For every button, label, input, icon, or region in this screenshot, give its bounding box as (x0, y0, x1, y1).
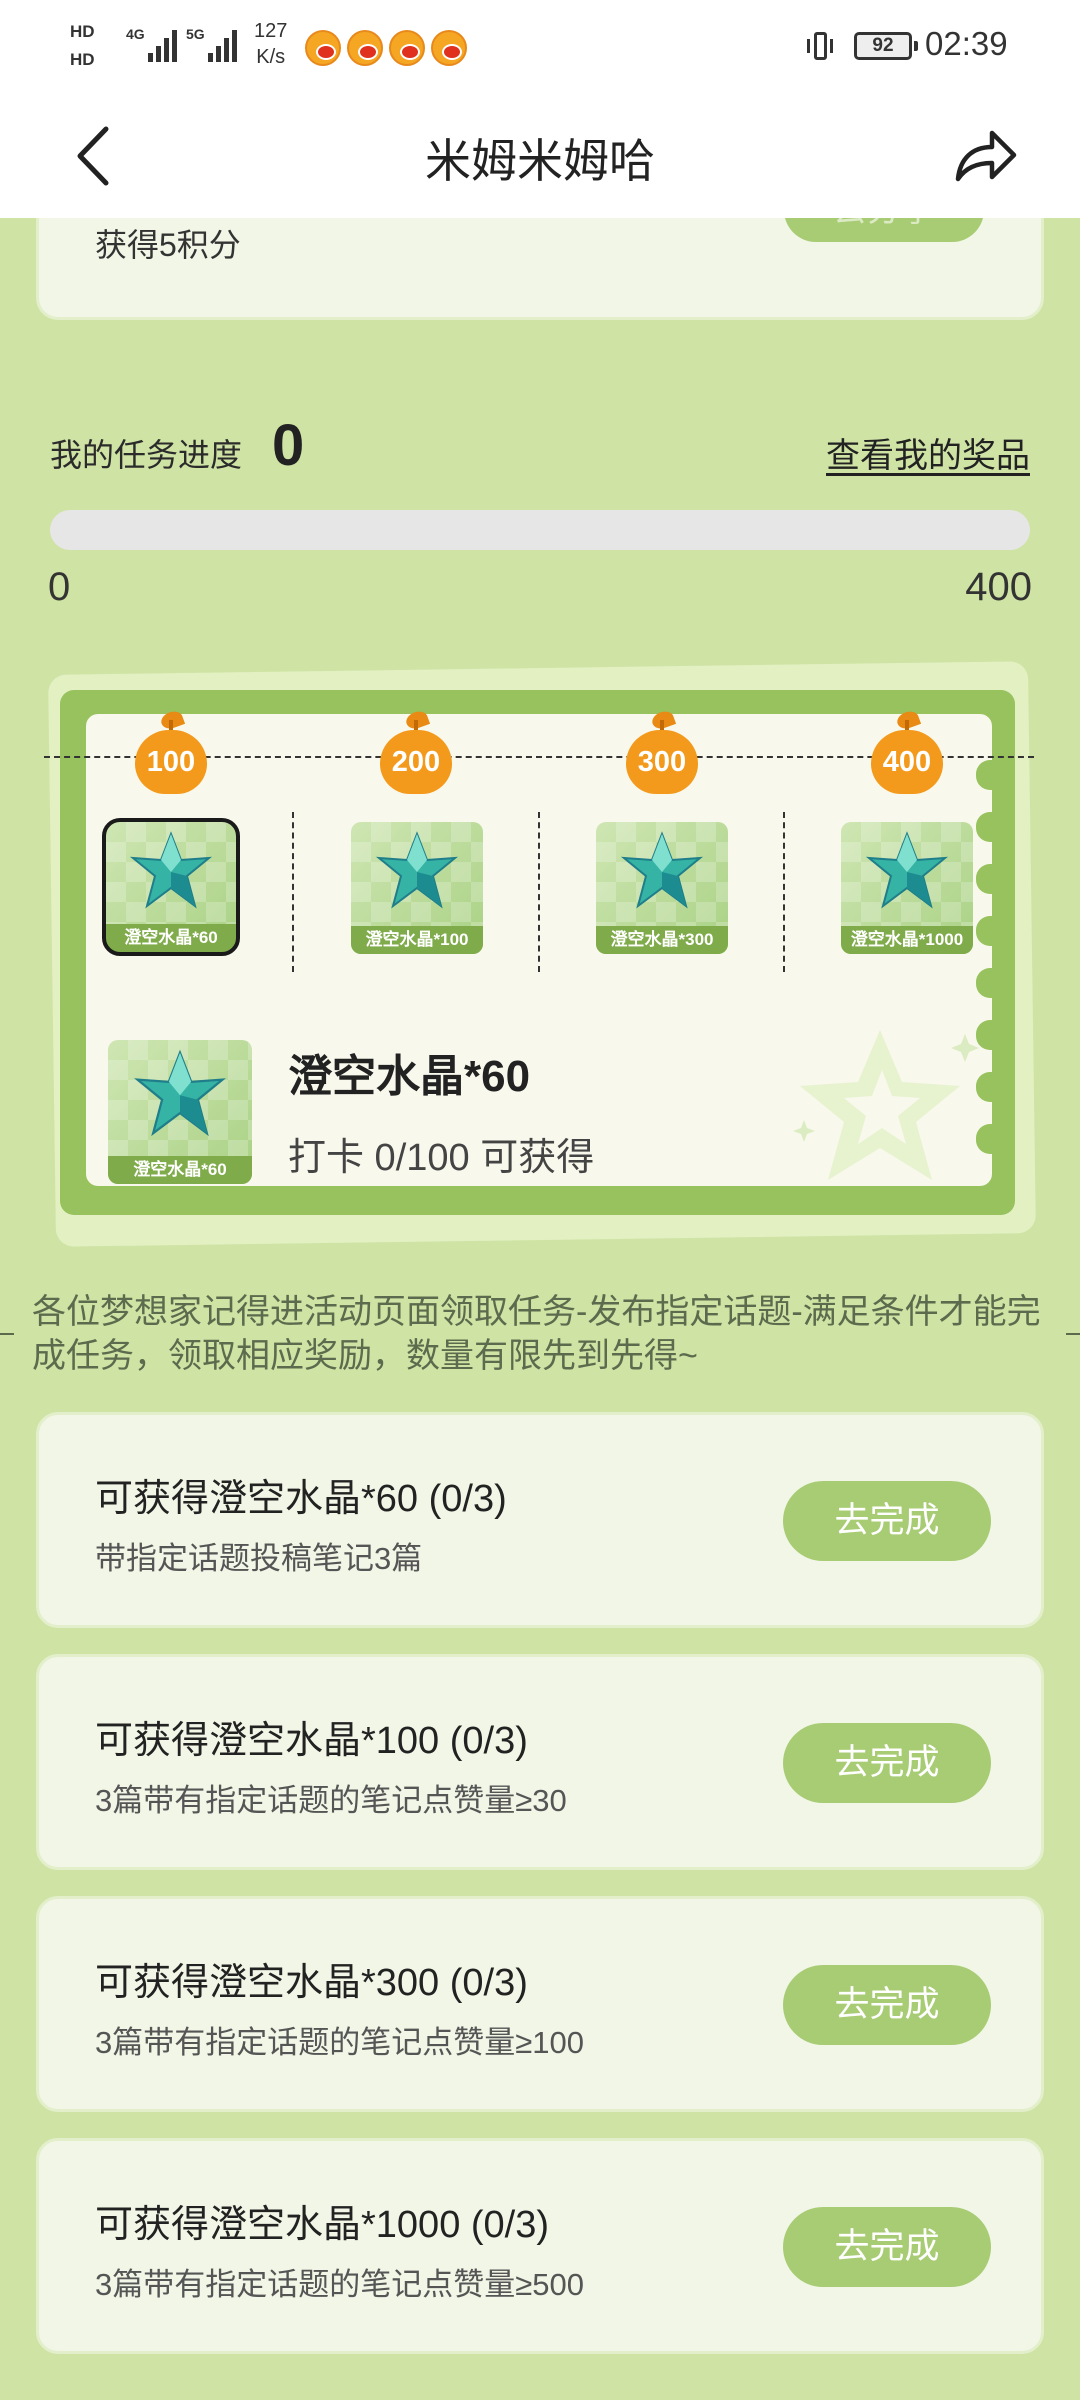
reward-caption: 澄空水晶*300 (596, 926, 728, 954)
task-card: 可获得澄空水晶*300 (0/3) 3篇带有指定话题的笔记点赞量≥100 去完成 (36, 1896, 1044, 2112)
progress-max: 400 (965, 565, 1032, 609)
progress-bar (50, 510, 1030, 550)
weibo-icon (347, 30, 383, 66)
complete-task-button[interactable]: 去完成 (783, 1481, 991, 1561)
decorative-star-icon (793, 1030, 979, 1180)
speed-unit: K/s (256, 46, 286, 68)
crystal-star-icon (134, 1049, 226, 1137)
milestone-100: 100 (135, 708, 207, 798)
weibo-icon (305, 30, 341, 66)
task-card: 可获得澄空水晶*1000 (0/3) 3篇带有指定话题的笔记点赞量≥500 去完… (36, 2138, 1044, 2354)
signal-4g-label: 4G (126, 26, 145, 42)
task-desc: 3篇带有指定话题的笔记点赞量≥500 (95, 2267, 584, 2302)
signal-5g-label: 5G (186, 26, 205, 42)
speed-value: 127 (254, 20, 288, 42)
weibo-icon (389, 30, 425, 66)
progress-label: 我的任务进度 (50, 437, 243, 473)
page-title: 米姆米姆哈 (425, 135, 655, 187)
reward-caption: 澄空水晶*60 (108, 1156, 252, 1184)
task-desc: 带指定话题投稿笔记3篇 (95, 1541, 423, 1576)
board-notch (976, 760, 1000, 790)
complete-task-button[interactable]: 去完成 (783, 1965, 991, 2045)
milestone-divider (783, 812, 785, 972)
milestone-400: 400 (871, 708, 943, 798)
milestone-divider (538, 812, 540, 972)
rules-text: 各位梦想家记得进活动页面领取任务-发布指定话题-满足条件才能完成任务，领取相应奖… (32, 1293, 1041, 1375)
vibrate-icon (805, 30, 835, 64)
selected-reward-requirement: 打卡 0/100 可获得 (288, 1137, 595, 1179)
board-notch (976, 812, 1000, 842)
crystal-star-icon (865, 831, 949, 909)
board-notch (976, 864, 1000, 894)
board-notch (976, 968, 1000, 998)
crystal-star-icon (375, 831, 459, 909)
complete-task-button[interactable]: 去完成 (783, 2207, 991, 2287)
task-card: 可获得澄空水晶*100 (0/3) 3篇带有指定话题的笔记点赞量≥30 去完成 (36, 1654, 1044, 1870)
task-title: 可获得澄空水晶*60 (0/3) (95, 1478, 507, 1520)
reward-tile-200[interactable]: 澄空水晶*100 (351, 822, 483, 954)
hd2-label: HD (70, 46, 116, 74)
share-arrow-icon[interactable] (950, 121, 1020, 191)
progress-value: 0 (272, 413, 305, 478)
task-title: 可获得澄空水晶*300 (0/3) (95, 1962, 528, 2004)
board-notch (976, 916, 1000, 946)
status-bar: HD HD 4G 5G 127 K/s 92 02:39 (0, 0, 1080, 95)
clock: 02:39 (925, 25, 1008, 62)
milestone-points: 100 (135, 730, 207, 794)
milestone-300: 300 (626, 708, 698, 798)
rules-divider-left (0, 1333, 14, 1335)
hd1-label: HD (70, 18, 116, 46)
milestone-200: 200 (380, 708, 452, 798)
network-speed: 127 K/s (254, 18, 287, 70)
crystal-star-icon (620, 831, 704, 909)
progress-min: 0 (48, 565, 71, 609)
milestone-divider (292, 812, 294, 972)
task-title: 可获得澄空水晶*100 (0/3) (95, 1720, 528, 1762)
selected-reward-tile: 澄空水晶*60 (108, 1040, 252, 1184)
milestone-points: 200 (380, 730, 452, 794)
rules-divider-right (1066, 1333, 1080, 1335)
view-prizes-link[interactable]: 查看我的奖品 (826, 428, 1030, 477)
reward-caption: 澄空水晶*100 (351, 926, 483, 954)
task-desc: 3篇带有指定话题的笔记点赞量≥100 (95, 2025, 584, 2060)
battery-icon: 92 (854, 32, 918, 60)
weibo-icon (431, 30, 467, 66)
hd-indicator: HD HD (70, 18, 116, 78)
reward-tile-400[interactable]: 澄空水晶*1000 (841, 822, 973, 954)
task-card: 可获得澄空水晶*60 (0/3) 带指定话题投稿笔记3篇 去完成 (36, 1412, 1044, 1628)
milestone-points: 400 (871, 730, 943, 794)
reward-caption: 澄空水晶*1000 (841, 926, 973, 954)
reward-tile-300[interactable]: 澄空水晶*300 (596, 822, 728, 954)
task-desc: 3篇带有指定话题的笔记点赞量≥30 (95, 1783, 567, 1818)
selected-reward-frame (102, 818, 240, 956)
complete-task-button[interactable]: 去完成 (783, 1723, 991, 1803)
nav-bar: 米姆米姆哈 (0, 95, 1080, 218)
milestone-points: 300 (626, 730, 698, 794)
task-desc: 获得5积分 (95, 227, 241, 263)
selected-reward-name: 澄空水晶*60 (288, 1052, 531, 1101)
task-title: 可获得澄空水晶*1000 (0/3) (95, 2204, 550, 2246)
